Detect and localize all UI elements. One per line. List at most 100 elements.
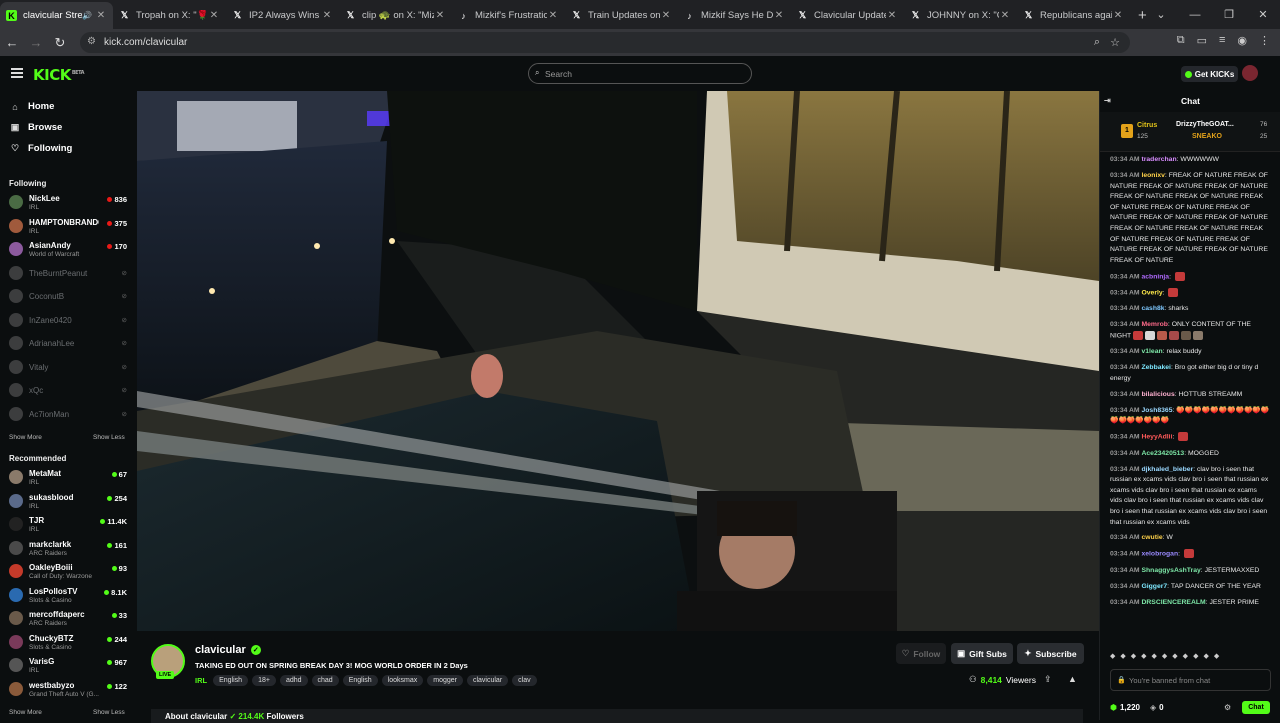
browser-tab[interactable]: 𝕏 clip 🐢 on X: "Mizk ✕: [339, 2, 452, 29]
recommended-channel[interactable]: sukasblood IRL 254: [9, 491, 129, 514]
chat-username[interactable]: traderchan: [1141, 156, 1176, 163]
emote-bar[interactable]: ◆◆◆◆◆◆◆◆◆◆◆: [1110, 652, 1271, 664]
following-channel[interactable]: CoconutB ⊘: [9, 286, 129, 309]
chat-send-button[interactable]: Chat: [1242, 701, 1270, 714]
leader-user[interactable]: Citrus: [1137, 122, 1157, 129]
kick-logo[interactable]: KICKBETA: [33, 66, 84, 84]
bookmark-star-icon[interactable]: ☆: [1110, 36, 1120, 49]
close-window-icon[interactable]: ✕: [1246, 8, 1280, 21]
stream-tag[interactable]: English: [342, 675, 378, 686]
chat-username[interactable]: v1lean: [1141, 348, 1162, 355]
close-tab-icon[interactable]: ✕: [321, 10, 333, 21]
stream-tag[interactable]: clav: [512, 675, 537, 686]
site-info-icon[interactable]: ⚙: [87, 36, 96, 47]
chat-username[interactable]: ShnaggysAshTray: [1141, 567, 1200, 574]
audio-icon[interactable]: 🔊: [82, 11, 92, 20]
chat-username[interactable]: Josh8365: [1141, 407, 1172, 414]
following-channel[interactable]: Ac7ionMan ⊘: [9, 404, 129, 427]
sidebar-nav-home[interactable]: ⌂ Home: [10, 101, 54, 112]
show-less-link[interactable]: Show Less: [93, 434, 125, 441]
leader-user[interactable]: DrizzyTheGOAT...: [1176, 121, 1234, 128]
browser-tab[interactable]: 𝕏 IP2 Always Wins on ✕: [226, 2, 339, 29]
chat-username[interactable]: bilalicious: [1141, 391, 1174, 398]
share-icon[interactable]: ⇪: [1044, 674, 1052, 685]
chat-username[interactable]: cwutie: [1141, 534, 1162, 541]
following-channel[interactable]: xQc ⊘: [9, 380, 129, 403]
back-icon[interactable]: ←: [0, 35, 24, 50]
recommended-channel[interactable]: LosPollosTV Slots & Casino 8.1K: [9, 585, 129, 608]
chat-username[interactable]: leonixv: [1141, 172, 1164, 179]
chat-username[interactable]: Memrob: [1141, 321, 1167, 328]
leader-user[interactable]: SNEAKO: [1192, 133, 1222, 140]
recommended-channel[interactable]: markclarkk ARC Raiders 161: [9, 538, 129, 561]
browser-tab[interactable]: 𝕏 Train Updates on X ✕: [565, 2, 678, 29]
minimize-icon[interactable]: —: [1178, 9, 1212, 21]
user-avatar[interactable]: [1242, 65, 1258, 81]
chat-username[interactable]: cash8k: [1141, 305, 1164, 312]
following-channel[interactable]: AdrianahLee ⊘: [9, 333, 129, 356]
following-channel[interactable]: HAMPTONBRANDO IRL 375: [9, 216, 129, 239]
close-tab-icon[interactable]: ✕: [95, 10, 107, 21]
stream-category[interactable]: IRL: [195, 676, 207, 685]
settings-icon[interactable]: ⚙: [1224, 703, 1231, 712]
stream-tag[interactable]: looksmax: [381, 675, 424, 686]
browser-tab[interactable]: ♪ Mizkif Says He Do ✕: [678, 2, 791, 29]
chat-input[interactable]: 🔒 You're banned from chat: [1110, 669, 1271, 691]
profile-icon[interactable]: ◉: [1237, 34, 1247, 47]
chat-username[interactable]: Ace23420513: [1141, 450, 1184, 457]
follow-button[interactable]: ♡ Follow: [896, 643, 946, 664]
following-channel[interactable]: Vitaly ⊘: [9, 357, 129, 380]
browser-tab[interactable]: 𝕏 Clavicular Update ✕: [791, 2, 904, 29]
restore-icon[interactable]: ❐: [1212, 8, 1246, 21]
recommended-channel[interactable]: ChuckyBTZ Slots & Casino 244: [9, 632, 129, 655]
browser-tab[interactable]: 𝕏 Republicans agai ✕: [1017, 2, 1130, 29]
chat-username[interactable]: Zebbakei: [1141, 364, 1170, 371]
chat-username[interactable]: HeyyAdlii: [1141, 434, 1172, 441]
recommended-channel[interactable]: VarisG IRL 967: [9, 655, 129, 678]
chat-username[interactable]: Overly: [1141, 289, 1162, 296]
chat-username[interactable]: acbninja: [1141, 273, 1169, 280]
gift-subs-button[interactable]: ▣ Gift Subs: [951, 643, 1013, 664]
subscribe-button[interactable]: ✦ Subscribe: [1017, 643, 1084, 664]
show-more-link[interactable]: Show More: [9, 709, 42, 716]
close-tab-icon[interactable]: ✕: [886, 10, 898, 21]
menu-icon[interactable]: ⋮: [1259, 34, 1270, 47]
close-tab-icon[interactable]: ✕: [999, 10, 1011, 21]
following-channel[interactable]: AsianAndy World of Warcraft 170: [9, 239, 129, 262]
browser-tab[interactable]: ♪ Mizkif's Frustration ✕: [452, 2, 565, 29]
sidebar-nav-following[interactable]: ♡ Following: [10, 143, 72, 154]
stream-tag[interactable]: 18+: [252, 675, 276, 686]
close-tab-icon[interactable]: ✕: [208, 10, 220, 21]
video-player[interactable]: [137, 91, 1099, 631]
zoom-icon[interactable]: ⌕: [1094, 36, 1100, 49]
url-field[interactable]: ⚙ kick.com/clavicular ⌕ ☆: [80, 32, 1130, 53]
report-icon[interactable]: ▲: [1068, 674, 1077, 684]
forward-icon[interactable]: →: [24, 35, 48, 50]
chat-username[interactable]: xelobrogan: [1141, 551, 1178, 558]
following-channel[interactable]: TheBurntPeanut ⊘: [9, 263, 129, 286]
chat-username[interactable]: DRSCIENCEREALM: [1141, 599, 1205, 606]
close-tab-icon[interactable]: ✕: [660, 10, 672, 21]
reload-icon[interactable]: ↻: [48, 35, 72, 51]
tab-search-icon[interactable]: ⌄: [1144, 8, 1178, 21]
recommended-channel[interactable]: mercoffdaperc ARC Raiders 33: [9, 608, 129, 631]
stream-tag[interactable]: clavicular: [466, 675, 509, 686]
recommended-channel[interactable]: westbabyzo Grand Theft Auto V (G... 122: [9, 679, 129, 702]
chat-username[interactable]: Gigger7: [1141, 583, 1167, 590]
stream-tag[interactable]: mogger: [427, 675, 463, 686]
stream-tag[interactable]: adhd: [279, 675, 308, 686]
collapse-chat-icon[interactable]: ⇥: [1104, 91, 1111, 111]
stream-tag[interactable]: English: [213, 675, 249, 686]
show-more-link[interactable]: Show More: [9, 434, 42, 441]
browser-tab[interactable]: K clavicular Stream 🔊 ✕: [0, 2, 113, 29]
close-tab-icon[interactable]: ✕: [773, 10, 785, 21]
chat-username[interactable]: djkhaled_bieber: [1141, 466, 1193, 473]
recommended-channel[interactable]: OakleyBoiii Call of Duty: Warzone 93: [9, 561, 129, 584]
get-kicks-button[interactable]: Get KICKs: [1181, 66, 1238, 82]
media-icon[interactable]: ≡: [1219, 34, 1225, 47]
following-channel[interactable]: NickLee IRL 836: [9, 192, 129, 215]
browser-tab[interactable]: 𝕏 JOHNNY on X: "Clav ✕: [904, 2, 1017, 29]
sidebar-nav-browse[interactable]: ▣ Browse: [10, 122, 63, 133]
recommended-channel[interactable]: TJR IRL 11.4K: [9, 514, 129, 537]
close-tab-icon[interactable]: ✕: [547, 10, 559, 21]
